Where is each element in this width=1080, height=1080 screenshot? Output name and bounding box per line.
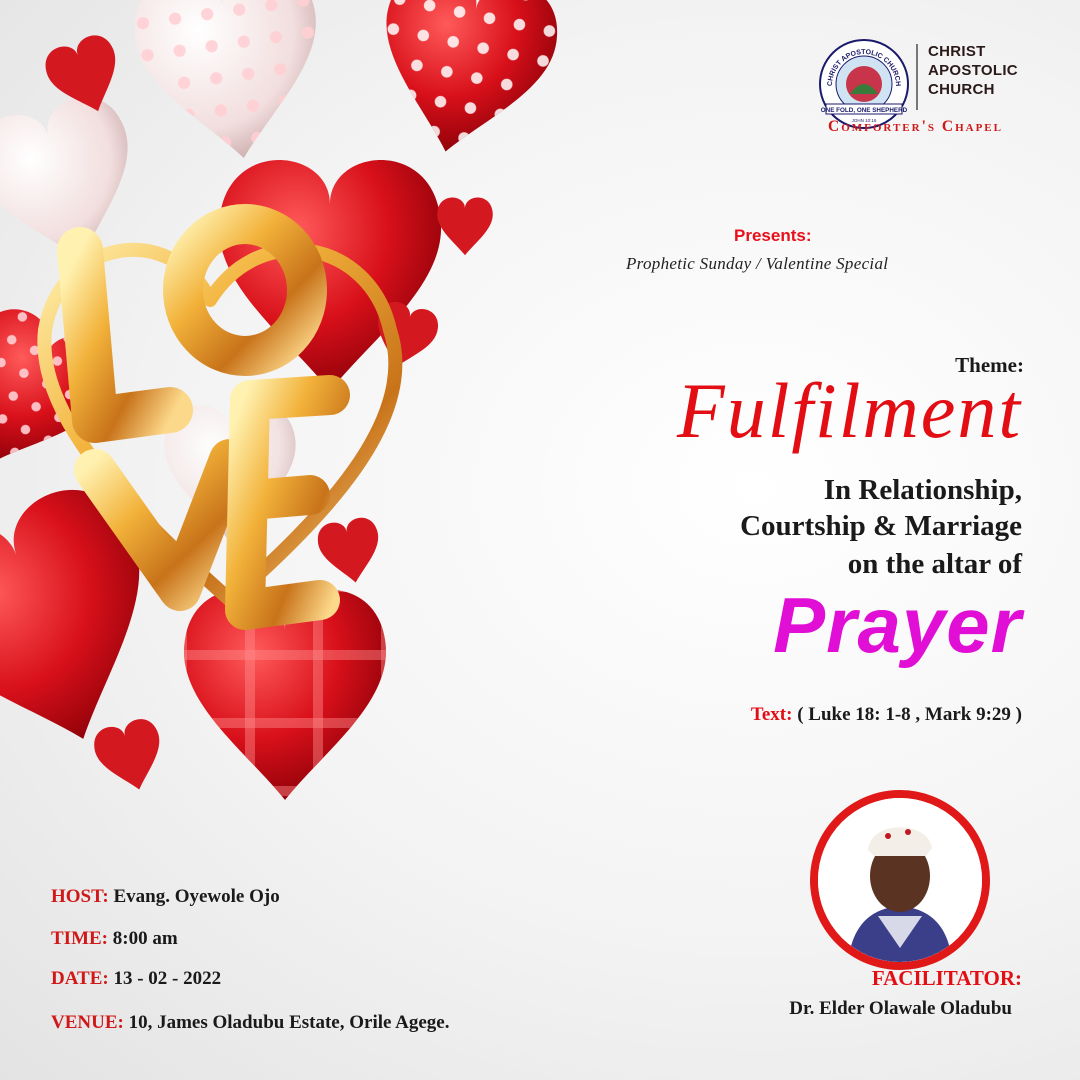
time-info: TIME: 8:00 am <box>51 928 178 950</box>
date-info: DATE: 13 - 02 - 2022 <box>51 968 221 990</box>
presents-label: Presents: <box>734 226 812 245</box>
church-name-line1: CHRIST <box>928 43 986 60</box>
scripture-reference: Text: ( Luke 18: 1-8 , Mark 9:29 ) <box>751 704 1022 726</box>
theme-line-2: Courtship & Marriage <box>740 510 1022 542</box>
venue-value: 10, James Oladubu Estate, Orile Agege. <box>128 1012 450 1033</box>
scripture-label: Text: <box>750 704 793 725</box>
seal-ribbon-text: ONE FOLD, ONE SHEPHERD <box>821 107 908 114</box>
chapel-name: Comforter's Chapel <box>828 118 1003 135</box>
venue-label: VENUE: <box>51 1012 124 1033</box>
facilitator-portrait <box>818 798 982 962</box>
date-value: 13 - 02 - 2022 <box>113 968 222 989</box>
time-label: TIME: <box>51 928 108 949</box>
theme-line-1: In Relationship, <box>823 474 1022 506</box>
church-name-line3: CHURCH <box>928 81 995 98</box>
time-value: 8:00 am <box>112 928 178 949</box>
facilitator-photo <box>810 790 990 970</box>
venue-info: VENUE: 10, James Oladubu Estate, Orile A… <box>51 1012 449 1034</box>
theme-line-3: on the altar of <box>847 548 1022 580</box>
host-value: Evang. Oyewole Ojo <box>113 886 280 907</box>
love-hearts-artwork <box>0 0 560 800</box>
valentine-poster: CHRIST APOSTOLIC CHURCH ONE FOLD, ONE SH… <box>0 0 1080 1080</box>
host-info: HOST: Evang. Oyewole Ojo <box>51 886 280 908</box>
church-name: CHRIST APOSTOLIC CHURCH <box>928 42 1018 99</box>
church-seal-icon: CHRIST APOSTOLIC CHURCH ONE FOLD, ONE SH… <box>819 39 909 129</box>
church-logo: CHRIST APOSTOLIC CHURCH ONE FOLD, ONE SH… <box>818 30 1058 140</box>
host-label: HOST: <box>51 886 109 907</box>
church-name-line2: APOSTOLIC <box>928 62 1018 79</box>
scripture-value: ( Luke 18: 1-8 , Mark 9:29 ) <box>797 704 1022 725</box>
facilitator-name: Dr. Elder Olawale Oladubu <box>789 998 1012 1019</box>
logo-divider <box>916 44 918 110</box>
date-label: DATE: <box>51 968 109 989</box>
facilitator-label: FACILITATOR: <box>871 966 1022 990</box>
theme-emphasis: Prayer <box>773 581 1022 669</box>
theme-headline: Fulfilment <box>677 367 1022 454</box>
event-subtitle: Prophetic Sunday / Valentine Special <box>626 254 889 273</box>
